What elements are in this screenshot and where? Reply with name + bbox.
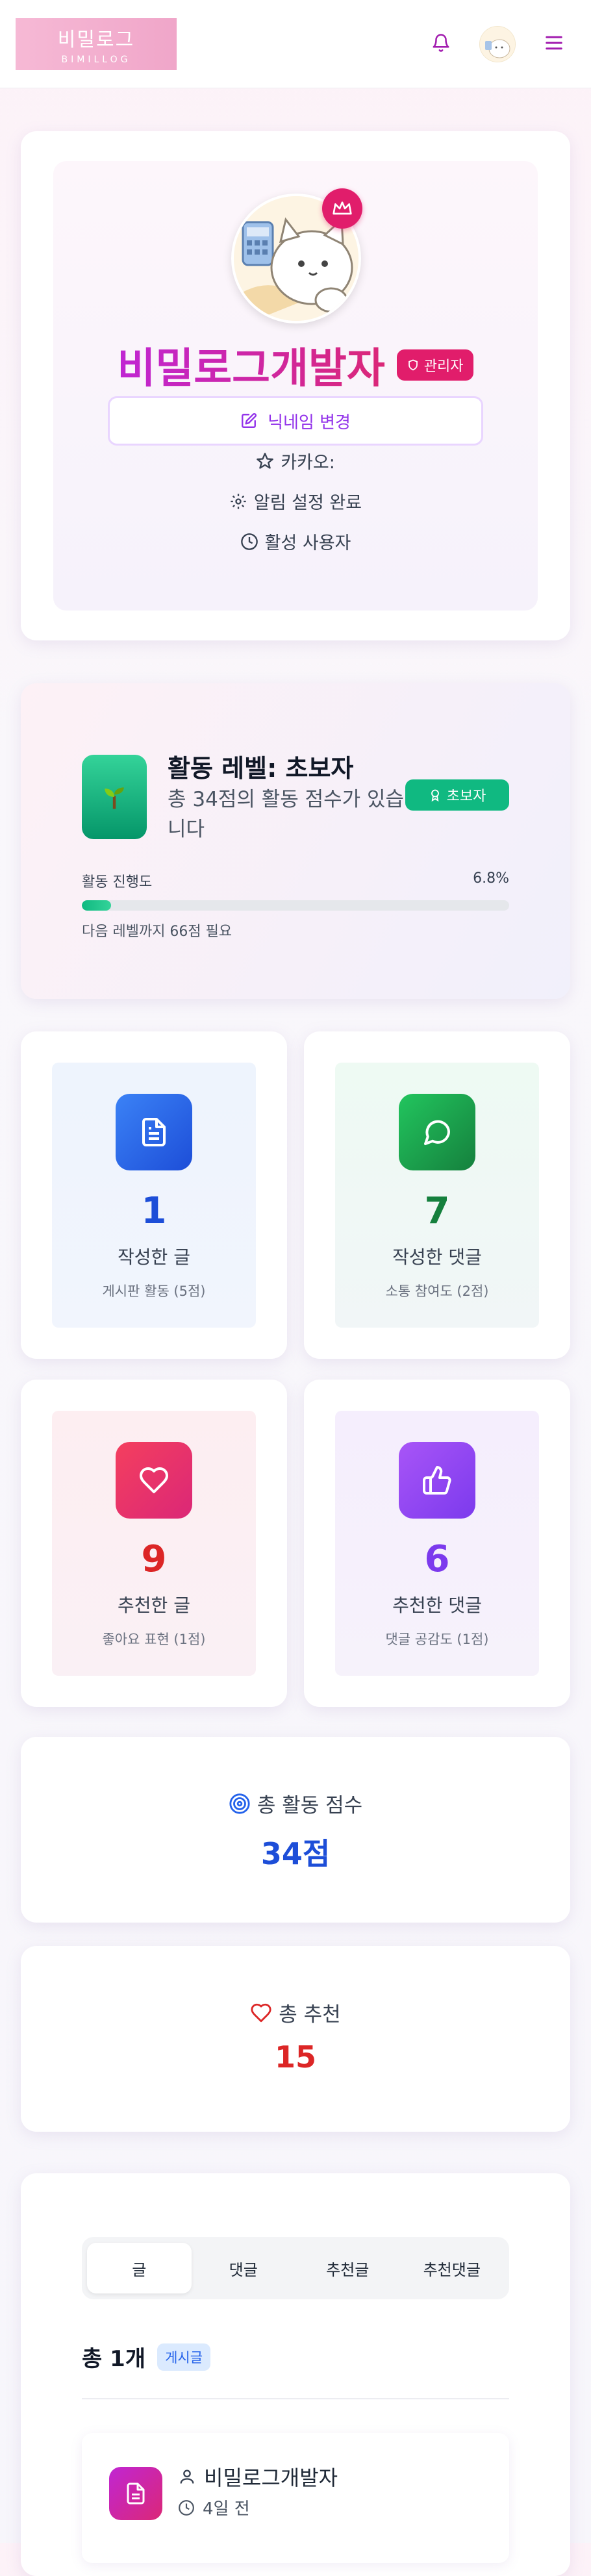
clock-icon	[179, 2499, 194, 2516]
user-status: 활성 사용자	[264, 533, 351, 553]
header-actions	[431, 25, 564, 62]
tab-liked-posts[interactable]: 추천글	[296, 2243, 400, 2293]
stat-value: 7	[424, 1190, 450, 1232]
document-icon	[116, 1094, 192, 1170]
level-description: 총 34점의 활동 점수가 있습니다	[168, 788, 405, 841]
edit-icon	[242, 413, 257, 428]
profile-name: 비밀로그개발자	[118, 335, 385, 395]
next-level-note: 다음 레벨까지 66점 필요	[82, 924, 233, 940]
award-icon	[431, 789, 439, 802]
total-likes-title: 총 추천	[279, 2003, 341, 2027]
activity-list-card: 글 댓글 추천글 추천댓글 총 1개 게시글 비밀로그개발자 4일 전	[21, 2173, 570, 2576]
list-count-row: 총 1개 게시글	[82, 2341, 211, 2373]
post-time: 4일 전	[203, 2499, 250, 2519]
clock-icon	[240, 533, 258, 550]
total-score-card: 총 활동 점수 34점	[21, 1737, 570, 1923]
stat-card-inner: 9 추천한 글 좋아요 표현 (1점)	[52, 1411, 256, 1676]
stat-subtext: 게시판 활동 (5점)	[102, 1283, 206, 1299]
change-nickname-label: 닉네임 변경	[268, 412, 351, 433]
admin-badge-label: 관리자	[423, 359, 464, 375]
user-status-row: 활성 사용자	[0, 529, 591, 554]
stat-subtext: 댓글 공감도 (1점)	[385, 1632, 489, 1647]
logo-subtitle: BIMILLOG	[61, 54, 131, 65]
total-score-title: 총 활동 점수	[257, 1794, 363, 1817]
avatar[interactable]	[479, 25, 516, 62]
bell-icon[interactable]	[431, 32, 451, 56]
gear-icon	[231, 493, 246, 509]
activity-level-card: 활동 레벨: 초보자 총 34점의 활동 점수가 있습니다 초보자 활동 진행도…	[21, 683, 570, 999]
list-count: 총 1개	[82, 2346, 146, 2372]
thumbs-up-icon	[399, 1442, 475, 1519]
progress-bar	[82, 900, 509, 911]
progress-label-row: 활동 진행도 6.8%	[82, 870, 509, 891]
notification-status: 알림 설정 완료	[253, 493, 362, 513]
level-badge-label: 초보자	[446, 789, 486, 805]
notification-status-row: 알림 설정 완료	[0, 488, 591, 514]
stat-card-inner: 1 작성한 글 게시판 활동 (5점)	[52, 1063, 256, 1328]
sprout-icon	[82, 755, 147, 839]
top-header: 비밀로그 BIMILLOG	[0, 0, 591, 88]
activity-tabs: 글 댓글 추천글 추천댓글	[82, 2237, 509, 2299]
target-icon	[229, 1793, 250, 1814]
post-list-item[interactable]: 비밀로그개발자 4일 전	[82, 2433, 509, 2563]
post-time-row: 4일 전	[178, 2495, 250, 2519]
change-nickname-button[interactable]: 닉네임 변경	[108, 396, 483, 446]
total-score-value: 34점	[260, 1836, 331, 1871]
level-title: 활동 레벨: 초보자	[168, 754, 354, 783]
kakao-row: 카카오:	[0, 448, 591, 474]
stat-subtext: 소통 참여도 (2점)	[385, 1283, 489, 1299]
stat-card-inner: 6 추천한 댓글 댓글 공감도 (1점)	[335, 1411, 539, 1676]
star-icon	[257, 452, 274, 469]
logo[interactable]: 비밀로그 BIMILLOG	[16, 18, 177, 70]
stat-value: 1	[141, 1190, 167, 1232]
progress-percent: 6.8%	[473, 870, 509, 887]
heart-icon	[251, 2003, 271, 2022]
menu-icon[interactable]	[544, 34, 564, 54]
post-author: 비밀로그개발자	[204, 2466, 338, 2490]
user-icon	[180, 2469, 194, 2484]
list-type-badge: 게시글	[157, 2343, 211, 2371]
total-likes-value: 15	[274, 2039, 316, 2075]
tab-posts[interactable]: 글	[87, 2243, 192, 2293]
total-likes-title-row: 총 추천	[21, 1998, 570, 2027]
stat-card-posts: 1 작성한 글 게시판 활동 (5점)	[21, 1031, 287, 1359]
stat-card-inner: 7 작성한 댓글 소통 참여도 (2점)	[335, 1063, 539, 1328]
kakao-label: 카카오:	[281, 453, 335, 473]
total-likes-card: 총 추천 15	[21, 1946, 570, 2132]
stat-subtext: 좋아요 표현 (1점)	[102, 1632, 206, 1647]
stat-card-comments: 7 작성한 댓글 소통 참여도 (2점)	[304, 1031, 570, 1359]
stat-label: 추천한 글	[118, 1595, 190, 1616]
crown-icon	[322, 188, 362, 229]
stat-value: 6	[424, 1538, 450, 1580]
stat-label: 작성한 글	[118, 1246, 190, 1268]
stat-label: 추천한 댓글	[392, 1595, 482, 1616]
shield-icon	[408, 359, 418, 371]
level-badge: 초보자	[405, 779, 509, 811]
admin-badge: 관리자	[396, 349, 474, 381]
tab-liked-comments[interactable]: 추천댓글	[400, 2243, 505, 2293]
document-icon	[109, 2467, 162, 2520]
stat-card-liked-posts: 9 추천한 글 좋아요 표현 (1점)	[21, 1380, 287, 1707]
profile-name-row: 비밀로그개발자 관리자	[0, 335, 591, 395]
logo-title: 비밀로그	[57, 28, 135, 51]
message-icon	[399, 1094, 475, 1170]
progress-label: 활동 진행도	[82, 874, 153, 890]
progress-bar-fill	[82, 900, 111, 911]
total-score-title-row: 총 활동 점수	[21, 1789, 570, 1818]
divider	[82, 2398, 509, 2399]
tab-comments[interactable]: 댓글	[192, 2243, 296, 2293]
stat-value: 9	[141, 1538, 167, 1580]
stat-card-liked-comments: 6 추천한 댓글 댓글 공감도 (1점)	[304, 1380, 570, 1707]
stat-label: 작성한 댓글	[392, 1246, 482, 1268]
heart-icon	[116, 1442, 192, 1519]
post-author-row: 비밀로그개발자	[178, 2462, 338, 2492]
